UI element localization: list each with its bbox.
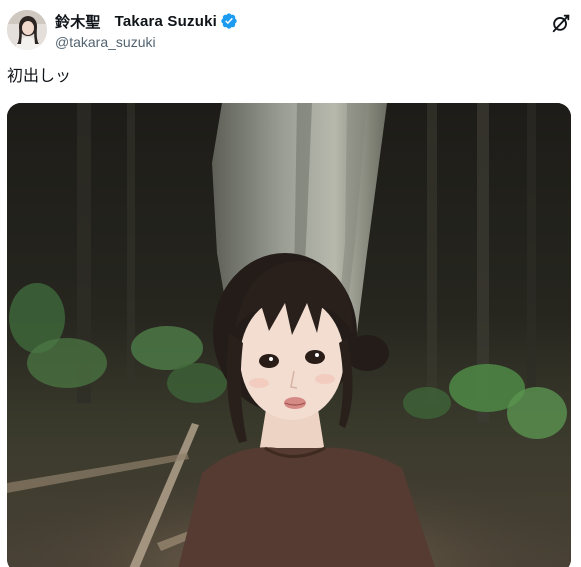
author-names: 鈴木聖 Takara Suzuki @takara_suzuki [55,10,238,51]
photo-image [7,103,571,567]
verified-badge-icon [220,12,238,30]
tweet-header: 鈴木聖 Takara Suzuki @takara_suzuki [7,8,574,52]
tweet-photo[interactable] [7,103,571,567]
tweet: 鈴木聖 Takara Suzuki @takara_suzuki 初出しッ [0,0,581,567]
display-name[interactable]: 鈴木聖 [55,11,101,32]
handle[interactable]: @takara_suzuki [55,33,238,51]
tweet-text: 初出しッ [7,68,72,85]
name-row: 鈴木聖 Takara Suzuki [55,10,238,32]
avatar-image [7,10,47,50]
grok-icon[interactable] [550,12,572,34]
romaji-name[interactable]: Takara Suzuki [115,13,217,30]
avatar[interactable] [7,10,47,50]
